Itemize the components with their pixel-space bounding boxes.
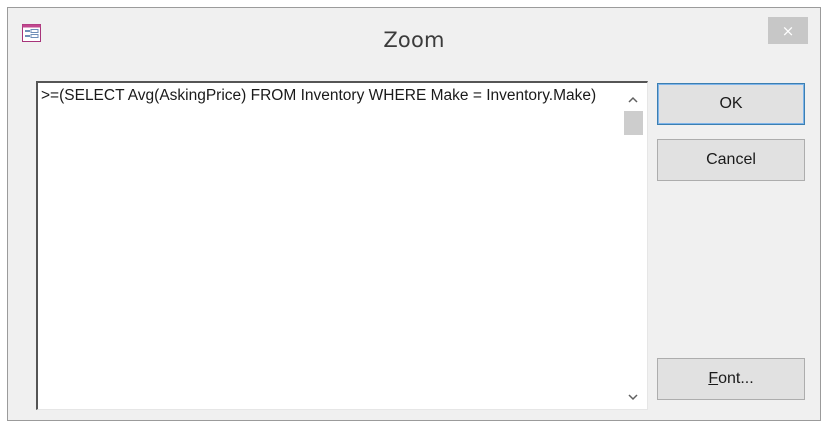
zoom-dialog: Zoom × >=(SELECT Avg(AskingPrice) FROM I… (7, 7, 821, 421)
scroll-thumb[interactable] (624, 111, 643, 135)
expression-text[interactable]: >=(SELECT Avg(AskingPrice) FROM Inventor… (41, 86, 601, 105)
font-button-label: Font... (708, 370, 754, 387)
scroll-down-button[interactable] (621, 385, 645, 405)
chevron-down-icon (628, 386, 638, 405)
zoom-text-editor[interactable]: >=(SELECT Avg(AskingPrice) FROM Inventor… (36, 81, 648, 410)
dialog-title: Zoom (383, 28, 445, 52)
chevron-up-icon (628, 88, 638, 107)
close-button[interactable]: × (768, 17, 808, 44)
ok-button[interactable]: OK (657, 83, 805, 125)
cancel-button[interactable]: Cancel (657, 139, 805, 181)
vertical-scrollbar[interactable] (621, 83, 645, 409)
font-button[interactable]: Font... (657, 358, 805, 400)
close-icon: × (781, 21, 795, 40)
scroll-up-button[interactable] (621, 87, 645, 107)
title-bar[interactable]: Zoom × (8, 8, 820, 70)
